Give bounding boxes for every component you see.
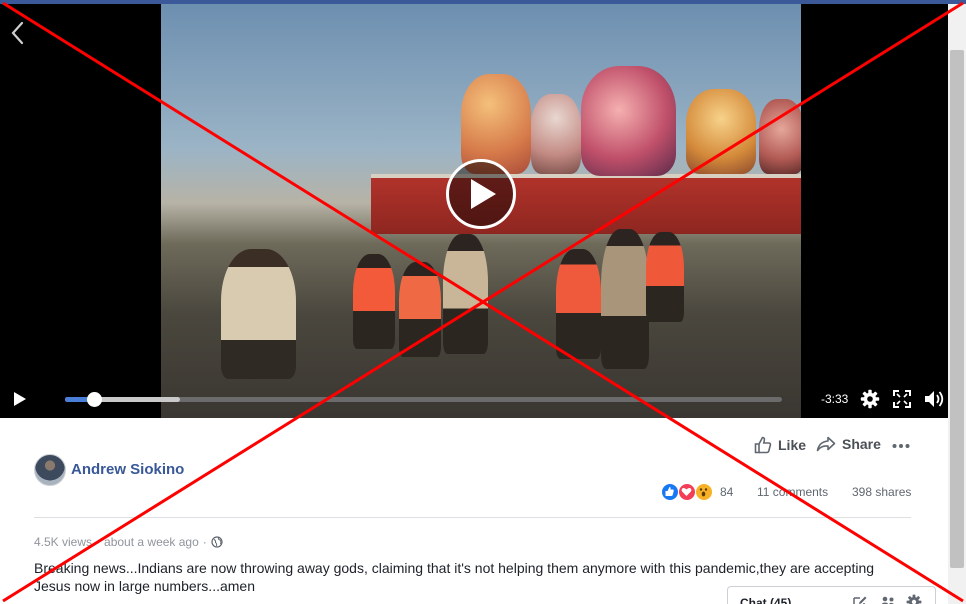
divider [34,517,911,518]
person [443,234,488,354]
group-icon[interactable] [880,594,896,604]
avatar[interactable] [34,454,66,486]
fullscreen-icon[interactable] [893,390,911,413]
chat-bar[interactable]: Chat (45) [727,586,936,604]
more-options-button[interactable] [892,438,910,454]
meta-separator: · [202,535,207,549]
person [556,249,601,359]
idol-statue [686,89,756,174]
compose-icon[interactable] [852,594,868,604]
play-icon [471,179,496,209]
person [221,249,296,379]
idol-statue [759,99,801,174]
truck [371,174,801,234]
comments-count[interactable]: 11 comments [757,485,828,499]
like-reaction-icon [661,483,679,501]
gear-icon[interactable] [906,594,922,604]
person [646,232,684,322]
scrollbar-thumb[interactable] [950,50,964,568]
reaction-icons[interactable] [661,483,717,501]
big-play-button[interactable] [446,159,516,229]
share-arrow-icon [816,436,836,452]
author-name[interactable]: Andrew Siokino [71,461,184,478]
play-icon [14,392,26,406]
progress-bar[interactable] [65,392,782,407]
like-button[interactable]: Like [754,436,806,454]
like-label: Like [778,437,807,453]
post-meta: 4.5K views · about a week ago · [34,535,223,549]
volume-icon[interactable] [924,389,946,414]
scrubber-knob[interactable] [86,392,102,407]
more-icon [892,444,910,448]
thumbs-up-icon [754,436,772,454]
chevron-left-icon[interactable] [8,20,28,46]
video-controls: -3:33 [0,378,948,418]
video-player[interactable]: -3:33 [0,4,948,418]
wow-reaction-icon [695,483,713,501]
love-reaction-icon [678,483,696,501]
person [601,229,649,369]
person [353,254,395,349]
play-button[interactable] [13,391,27,412]
post-time[interactable]: about a week ago [104,535,199,549]
reaction-count[interactable]: 84 [720,485,733,499]
person [399,262,441,357]
shares-count[interactable]: 398 shares [852,485,911,499]
idol-statue [461,74,531,174]
views-count: 4.5K views [34,535,93,549]
globe-icon[interactable] [211,536,223,548]
meta-separator: · [96,535,101,549]
idol-statue [581,66,676,176]
share-label: Share [842,436,881,452]
chat-label[interactable]: Chat (45) [740,596,791,604]
share-button[interactable]: Share [816,436,881,452]
time-remaining: -3:33 [821,392,849,406]
gear-icon[interactable] [860,389,880,414]
idol-statue [531,94,581,174]
